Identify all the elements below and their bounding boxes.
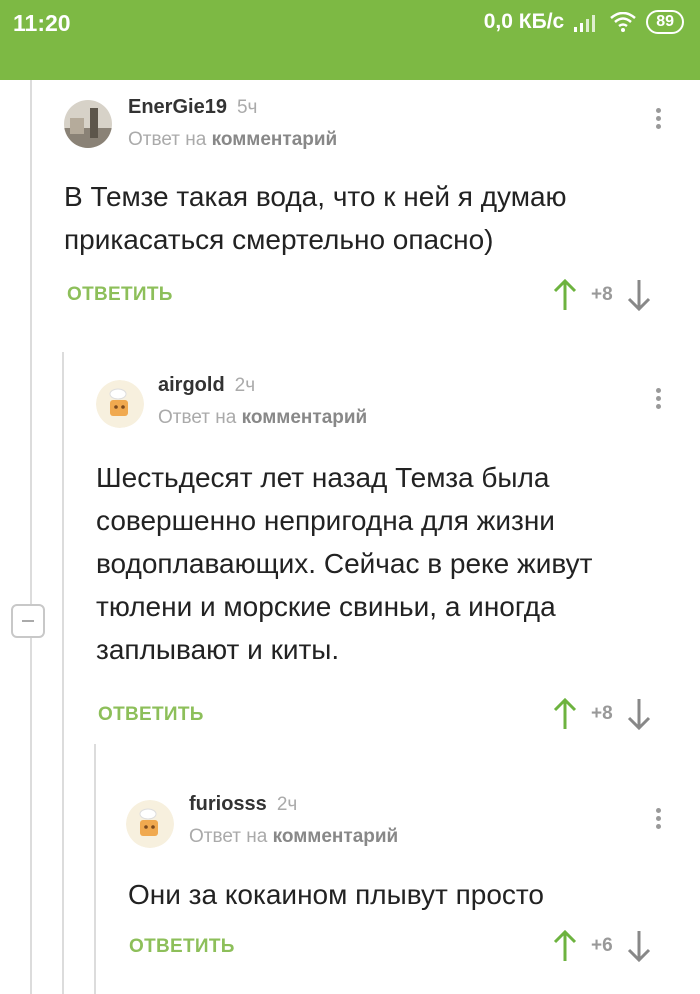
downvote-icon[interactable]: [627, 697, 651, 731]
comment-menu-icon[interactable]: [653, 805, 663, 835]
status-icons: 0,0 КБ/с 89: [484, 10, 684, 34]
comment-time: 2ч: [234, 375, 256, 396]
wifi-icon: [610, 12, 637, 32]
vote-controls: +8: [553, 697, 651, 731]
vote-count: +6: [591, 935, 613, 956]
upvote-icon[interactable]: [553, 278, 577, 312]
vote-count: +8: [591, 703, 613, 724]
upvote-icon[interactable]: [553, 697, 577, 731]
thread-line-level-3: [94, 744, 96, 994]
avatar-image-icon: [64, 100, 112, 148]
downvote-icon[interactable]: [627, 929, 651, 963]
signal-icon: [574, 15, 596, 32]
reply-button[interactable]: ОТВЕТИТЬ: [67, 284, 173, 306]
avatar[interactable]: [96, 380, 144, 428]
comment-text: В Темзе такая вода, что к ней я думаю пр…: [64, 181, 567, 255]
upvote-icon[interactable]: [553, 929, 577, 963]
avatar[interactable]: [64, 100, 112, 148]
reply-button[interactable]: ОТВЕТИТЬ: [98, 704, 204, 726]
comment-text: Они за кокаином плывут просто: [128, 879, 545, 910]
reply-to-link[interactable]: Ответ на комментарий: [189, 826, 398, 848]
vote-controls: +6: [553, 929, 651, 963]
comment-text: Шестьдесят лет назад Темза была совершен…: [96, 462, 593, 665]
avatar[interactable]: [126, 800, 174, 848]
comment-menu-icon[interactable]: [653, 385, 663, 415]
reply-to-link[interactable]: Ответ на комментарий: [128, 129, 337, 151]
status-time: 11:20: [13, 10, 71, 36]
comment-time: 5ч: [236, 97, 258, 118]
comment-time: 2ч: [276, 794, 298, 815]
battery-indicator: 89: [646, 10, 684, 34]
status-bar: 11:20 0,0 КБ/с 89: [0, 0, 700, 80]
comment-author[interactable]: furiosss 2ч: [189, 793, 297, 816]
thread-line-level-1: [30, 80, 32, 994]
comment-author[interactable]: EnerGie19 5ч: [128, 96, 257, 119]
comment-author[interactable]: airgold 2ч: [158, 374, 255, 397]
comment-menu-icon[interactable]: [653, 105, 663, 135]
vote-controls: +8: [553, 278, 651, 312]
downvote-icon[interactable]: [627, 278, 651, 312]
vote-count: +8: [591, 284, 613, 305]
network-speed: 0,0 КБ/с: [483, 10, 565, 33]
reply-to-link[interactable]: Ответ на комментарий: [158, 407, 367, 429]
collapse-thread-button[interactable]: [11, 604, 45, 638]
default-avatar-icon: [126, 800, 174, 848]
default-avatar-icon: [96, 380, 144, 428]
thread-line-level-2: [62, 352, 64, 994]
reply-button[interactable]: ОТВЕТИТЬ: [129, 936, 235, 958]
